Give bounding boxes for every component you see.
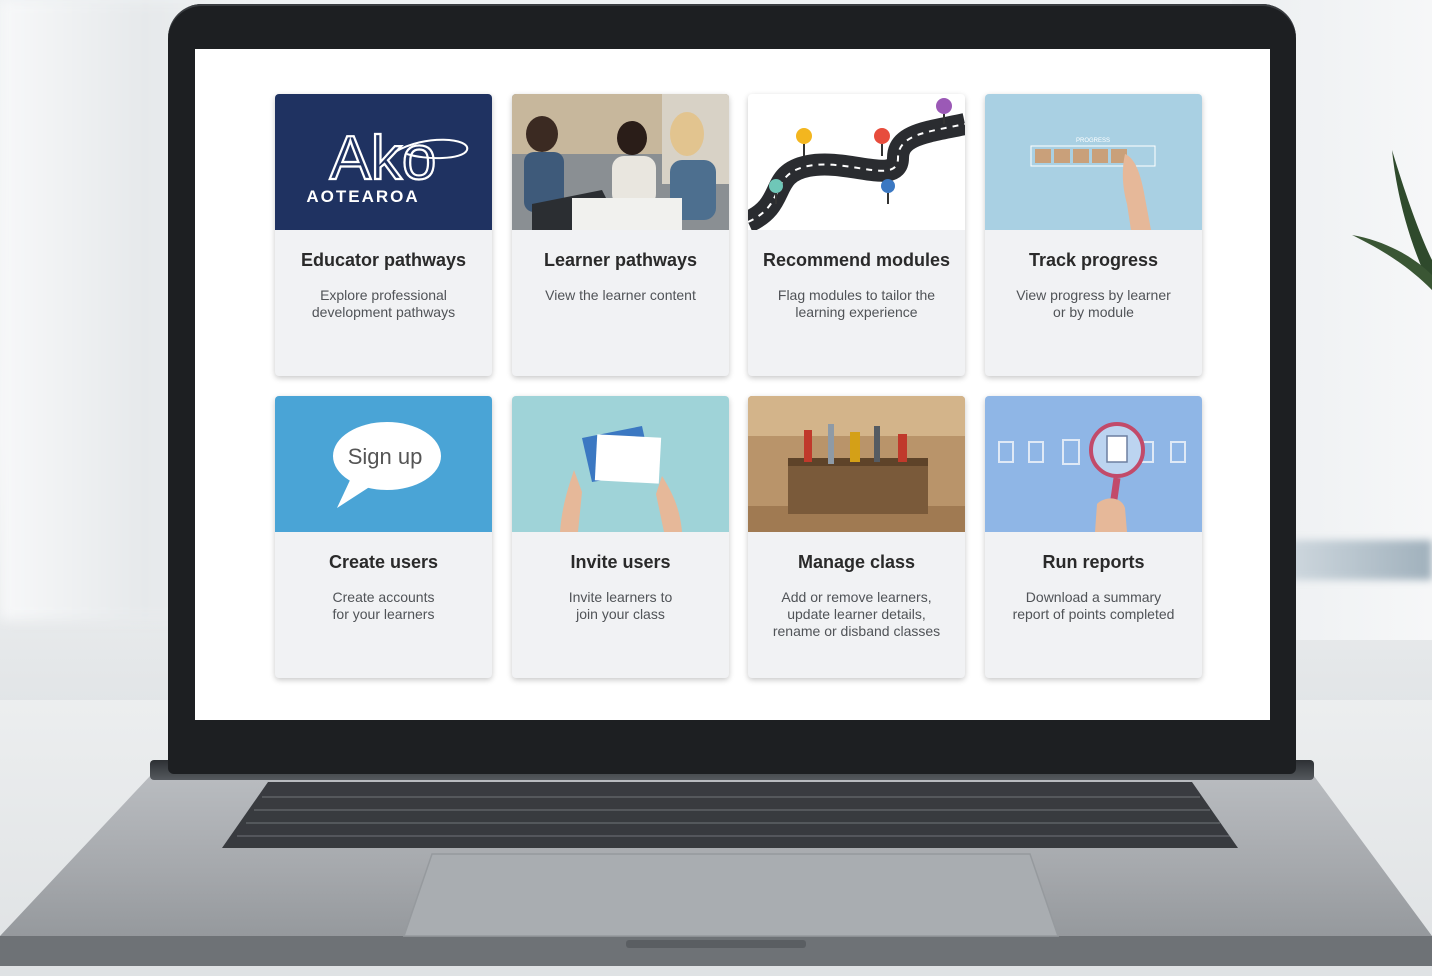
card-title: Create users [328, 552, 439, 572]
sign-up-text: Sign up [348, 444, 423, 469]
card-track-progress[interactable]: PROGRESS Track progress View progress by… [985, 94, 1202, 376]
card-title: Educator pathways [300, 250, 467, 270]
card-recommend-modules[interactable]: Recommend modules Flag modules to tailor… [748, 94, 965, 376]
card-manage-class[interactable]: Manage class Add or remove learners, upd… [748, 396, 965, 678]
card-learner-pathways[interactable]: Learner pathways View the learner conten… [512, 94, 729, 376]
card-description: Invite learners to join your class [568, 589, 673, 622]
logo-subtitle: AOTEAROA [306, 187, 419, 206]
logo-word: Ako [330, 124, 437, 193]
card-educator-pathways[interactable]: Ako AOTEAROA Educator pathways Explore p… [275, 94, 492, 376]
card-description: Download a summary report of points comp… [1012, 589, 1175, 622]
card-description: Create accounts for your learners [332, 589, 435, 622]
card-description: Flag modules to tailor the learning expe… [777, 287, 936, 320]
magnifier-documents-photo [985, 396, 1202, 532]
card-run-reports[interactable]: Run reports Download a summary report of… [985, 396, 1202, 678]
plant-leaves [1352, 150, 1432, 290]
students-studying-photo [512, 94, 729, 230]
card-title: Run reports [1042, 552, 1145, 572]
invitation-cards-photo [512, 396, 729, 532]
winding-road-pins-illustration [748, 94, 965, 230]
ako-aotearoa-logo: Ako AOTEAROA [275, 94, 492, 230]
sign-up-speech-bubble: Sign up [275, 396, 492, 532]
card-title: Track progress [1028, 250, 1159, 270]
card-description: Explore professional development pathway… [311, 287, 456, 320]
card-description: Add or remove learners, update learner d… [772, 589, 941, 639]
progress-blocks-photo: PROGRESS [985, 94, 1202, 230]
laptop-screen: Ako AOTEAROA Educator pathways Explore p… [195, 49, 1270, 720]
progress-caption: PROGRESS [1076, 138, 1110, 144]
card-create-users[interactable]: Sign up Create users Create accounts for… [275, 396, 492, 678]
toolbox-photo [748, 396, 965, 532]
card-title: Manage class [797, 552, 916, 572]
card-title: Recommend modules [762, 250, 951, 270]
background-blur-strip [1272, 540, 1432, 580]
card-description: View the learner content [545, 287, 696, 303]
card-invite-users[interactable]: Invite users Invite learners to join you… [512, 396, 729, 678]
card-title: Learner pathways [543, 250, 698, 270]
card-description: View progress by learner or by module [1016, 287, 1171, 320]
card-title: Invite users [570, 552, 671, 572]
